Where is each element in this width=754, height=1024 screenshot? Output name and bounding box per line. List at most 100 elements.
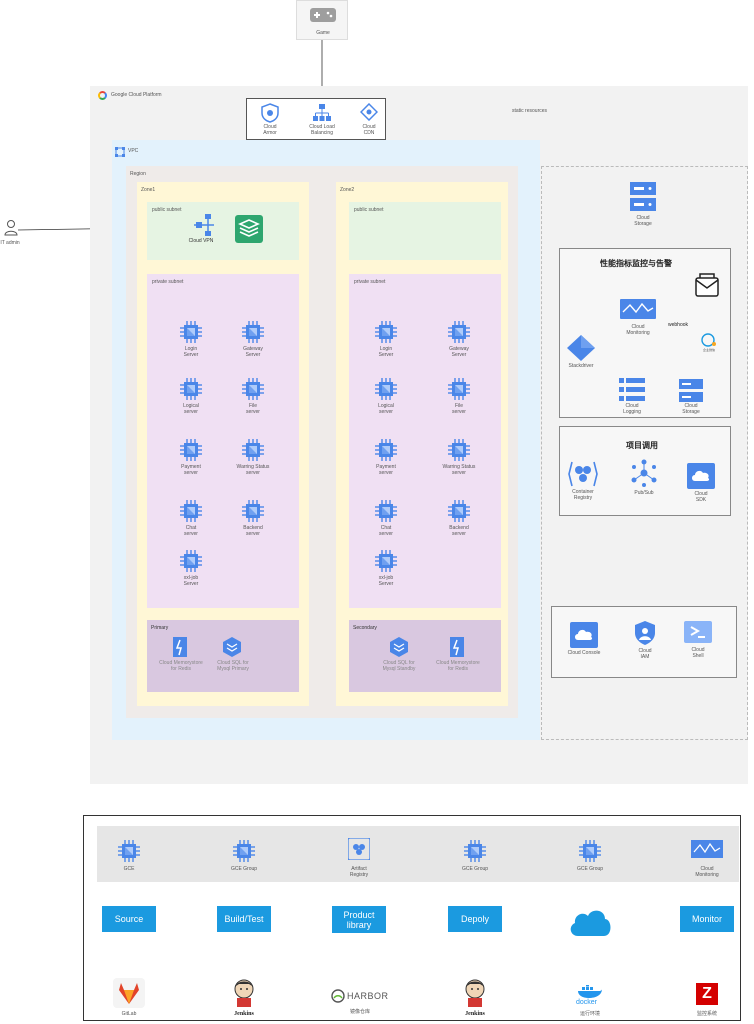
it-admin-label: IT admin [0, 240, 20, 246]
server-label: Chat server [379, 525, 393, 537]
compute-engine-icon [118, 840, 140, 862]
cloud-shell-label: Cloud Shell [691, 647, 705, 659]
artifact-registry-icon [347, 837, 371, 865]
server-label: File server [452, 403, 466, 415]
load-balancer-icon [313, 104, 331, 121]
docker-wordmark: docker [576, 999, 598, 1006]
zone2-private-subnet [349, 274, 501, 608]
cloud-shell-icon [684, 621, 712, 643]
cloud-armor-label: Cloud Armor [263, 124, 277, 136]
static-resources-label: static resources [512, 108, 548, 114]
cloud-console-label: Cloud Console [567, 650, 601, 656]
secondary-memorystore-label: Cloud Memorystore for Redis [436, 660, 480, 672]
cloud-vpn-label: Cloud VPN [188, 238, 214, 244]
gitlab-icon [113, 978, 145, 1008]
vpc-label: VPC [128, 148, 139, 154]
compute-engine-icon [375, 378, 397, 400]
cloud-monitoring-icon [691, 840, 723, 865]
cloud-sql-icon [390, 637, 408, 657]
cloud-iam-label: Cloud IAM [638, 648, 652, 660]
cloud-monitoring-label: Cloud Monitoring [626, 324, 650, 336]
cloud-logging-icon [619, 378, 645, 401]
harbor-icon [331, 989, 345, 1003]
harbor-label: 镜像仓库 [349, 1009, 370, 1015]
cloud-lb-label: Cloud Load Balancing [309, 124, 335, 136]
server-label: Logical server [378, 403, 394, 415]
compute-engine-icon [180, 500, 202, 522]
container-registry-icon [568, 461, 598, 487]
compute-engine-icon [180, 550, 202, 572]
cloud-storage-icon [630, 182, 656, 211]
project-panel-title: 项目调用 [626, 441, 658, 450]
zone2-private-subnet-label: private subnet [354, 279, 386, 285]
mail-icon [695, 273, 719, 297]
cloud-storage-label: Cloud Storage [634, 215, 652, 227]
server-label: Warring Status server [236, 464, 270, 476]
server-label: Backend server [449, 525, 469, 537]
docker-icon [578, 985, 602, 998]
zabbix-wordmark: Z [702, 985, 712, 1002]
stackdriver-icon [567, 335, 595, 361]
primary-memorystore-label: Cloud Memorystore for Redis [159, 660, 203, 672]
stackdriver-label: Stackdriver [568, 363, 594, 369]
monitoring-storage-label: Cloud Storage [682, 403, 700, 415]
server-label: Gateway Server [243, 346, 263, 358]
pubsub-label: Pub/Sub [634, 490, 654, 496]
region-label: Region [130, 171, 146, 177]
server-label: Logical server [183, 403, 199, 415]
gamepad-icon [310, 8, 336, 22]
cloud-sdk-label: Cloud SDK [694, 491, 708, 503]
compute-engine-icon [242, 378, 264, 400]
server-label: Warring Status server [442, 464, 476, 476]
pipeline-stage-depoly: Depoly [448, 906, 502, 932]
monitoring-panel-title: 性能指标监控与告警 [600, 259, 672, 268]
compute-engine-icon [375, 439, 397, 461]
zone1-label: Zone1 [141, 187, 156, 193]
cdn-icon [360, 103, 378, 121]
game-client: Game [296, 0, 348, 40]
gcp-logo-icon [98, 91, 107, 100]
pipeline-stage-monitor: Monitor [680, 906, 734, 932]
gitlab-label: GitLab [121, 1011, 137, 1017]
vpn-icon [194, 214, 214, 236]
zone2-public-subnet-label: public subnet [354, 207, 384, 213]
pipeline-stage-build-test: Build/Test [217, 906, 271, 932]
pipeline-stage-product-library: Product library [332, 906, 386, 933]
secondary-label: Secondary [353, 625, 377, 631]
user-icon [4, 220, 18, 236]
pipeline-infra-label: GCE [123, 866, 135, 872]
compute-engine-icon [375, 550, 397, 572]
server-label: File server [246, 403, 260, 415]
memorystore-icon [173, 637, 187, 657]
pipeline-stage-source: Source [102, 906, 156, 932]
server-label: Chat server [184, 525, 198, 537]
server-label: Payment server [376, 464, 396, 476]
pipeline-infra-label: Cloud Monitoring [695, 866, 719, 878]
container-registry-label: Container Registry [572, 489, 594, 501]
cloud-cdn-label: Cloud CDN [362, 124, 376, 136]
compute-engine-icon [448, 439, 470, 461]
server-label: Backend server [243, 525, 263, 537]
secondary-sql-label: Cloud SQL for Mysql Standby [382, 660, 416, 672]
harbor-wordmark: HARBOR [347, 991, 389, 1001]
compute-engine-icon [242, 500, 264, 522]
jenkins-icon [234, 979, 254, 1007]
server-label: Payment server [181, 464, 201, 476]
zabbix-icon: Z [696, 983, 718, 1005]
compute-engine-icon [375, 500, 397, 522]
server-label: Login Server [183, 346, 199, 358]
pipeline-infra-bar [97, 826, 739, 882]
compute-engine-icon [242, 439, 264, 461]
memorystore-icon [450, 637, 464, 657]
jenkins-label-2: Jenkins [465, 1011, 485, 1017]
pipeline-infra-label: GCE Group [461, 866, 489, 872]
webhook-label: webhook [667, 322, 688, 328]
cloud-console-icon [570, 622, 598, 648]
zone2-label: Zone2 [340, 187, 355, 193]
compute-engine-icon [180, 439, 202, 461]
server-label: xxl-job Server [378, 575, 394, 587]
iam-icon [635, 621, 655, 645]
compute-engine-icon [180, 321, 202, 343]
server-label: Login Server [378, 346, 394, 358]
primary-sql-label: Cloud SQL for Mysql Primary [217, 660, 249, 672]
